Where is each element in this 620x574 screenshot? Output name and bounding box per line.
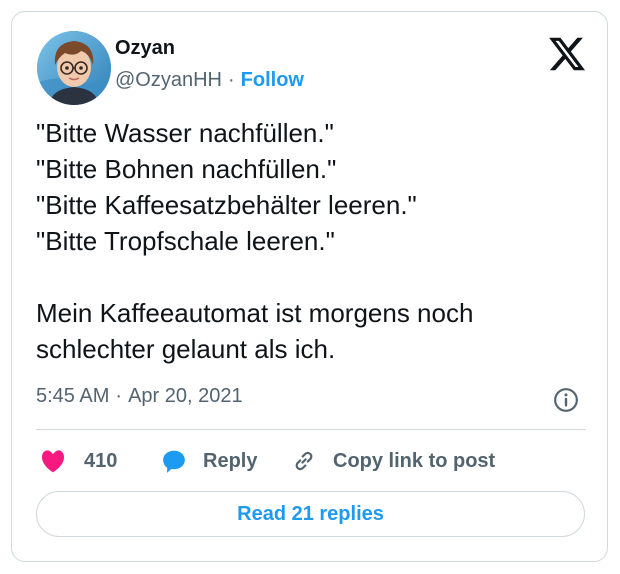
heart-icon [41,450,65,473]
reply-bubble-icon [163,450,185,473]
reply-button[interactable]: Reply [161,445,257,477]
like-count: 410 [84,449,118,472]
author-handle-row: @OzyanHH · Follow [115,69,304,92]
like-button[interactable]: 410 [40,445,117,477]
tweet-text: "Bitte Wasser nachfüllen." "Bitte Bohnen… [36,118,474,364]
copy-link-label: Copy link to post [333,449,496,472]
separator-dot: · [115,385,123,407]
link-icon [295,451,313,471]
x-logo-icon[interactable] [547,34,587,74]
tweet-time: 5:45 AM [36,385,110,407]
reply-label: Reply [203,449,258,472]
author-handle[interactable]: @OzyanHH [115,69,222,91]
avatar-image [37,31,111,105]
info-icon[interactable] [553,387,579,413]
divider [36,429,586,430]
read-replies-button[interactable]: Read 21 replies [36,491,585,537]
separator-dot: · [228,69,235,91]
tweet-date: Apr 20, 2021 [128,385,243,407]
tweet-card: Ozyan @OzyanHH · Follow "Bitte Wasser nach… [11,11,608,562]
tweet-timestamp[interactable]: 5:45 AM · Apr 20, 2021 [36,385,243,408]
author-name[interactable]: Ozyan [115,37,175,60]
copy-link-button[interactable]: Copy link to post [291,445,495,477]
follow-button[interactable]: Follow [241,69,304,91]
avatar[interactable] [37,31,111,105]
